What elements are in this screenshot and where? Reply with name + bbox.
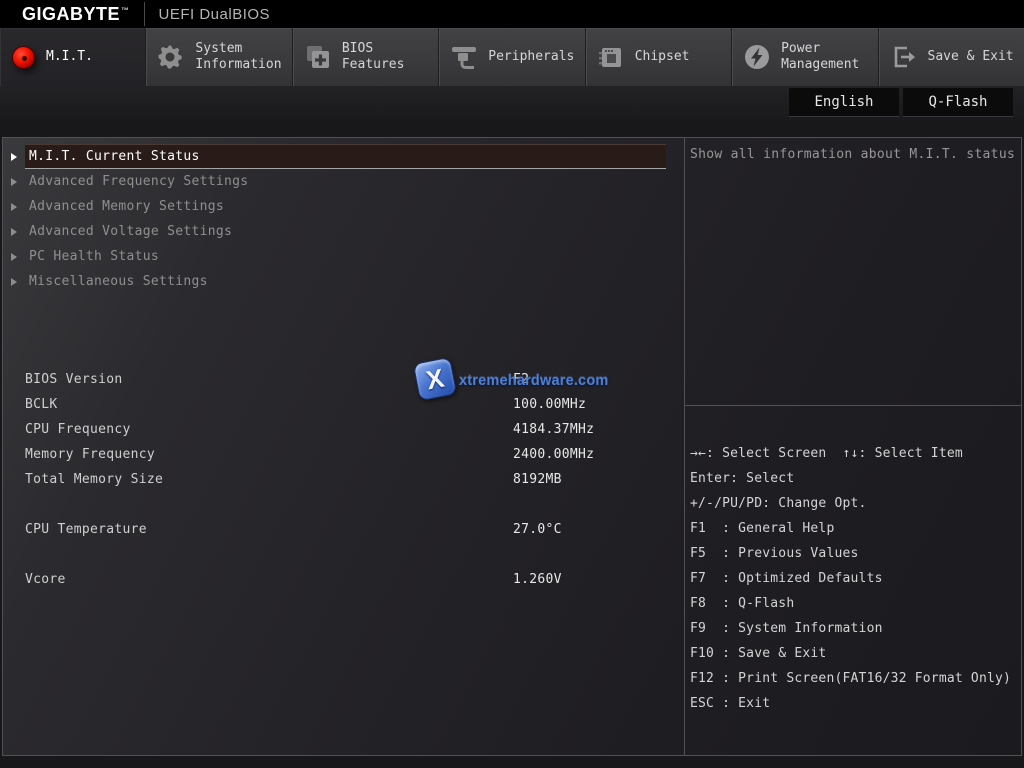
trademark-symbol: ™ — [121, 6, 130, 15]
menu-item-miscellaneous-settings[interactable]: Miscellaneous Settings — [3, 269, 684, 294]
status-row-bclk: BCLK 100.00MHz — [3, 392, 684, 417]
status-row-vcore: Vcore 1.260V — [3, 567, 684, 592]
key-hint: F9 : System Information — [690, 616, 1022, 641]
tab-label: SystemInformation — [195, 41, 281, 73]
menu-list: M.I.T. Current Status Advanced Frequency… — [3, 138, 684, 294]
tab-power-management[interactable]: PowerManagement — [732, 28, 878, 86]
submenu-arrow-icon — [3, 219, 25, 244]
tab-chipset[interactable]: Chipset — [586, 28, 732, 86]
submenu-arrow-icon — [3, 244, 25, 269]
key-hint: Enter: Select — [690, 466, 1022, 491]
gigabyte-logo: GIGABYTE™ — [22, 4, 130, 25]
settings-panel: M.I.T. Current Status Advanced Frequency… — [3, 138, 684, 755]
submenu-arrow-icon — [3, 269, 25, 294]
tab-label: Chipset — [635, 49, 690, 65]
toolbar: English Q-Flash — [0, 86, 1024, 120]
exit-door-icon — [891, 44, 917, 70]
tab-label: BIOSFeatures — [342, 41, 405, 73]
qflash-button[interactable]: Q-Flash — [903, 88, 1013, 117]
status-row-memory-frequency: Memory Frequency 2400.00MHz — [3, 442, 684, 467]
tab-peripherals[interactable]: Peripherals — [439, 28, 585, 86]
submenu-arrow-icon — [3, 169, 25, 194]
key-hint: →←: Select Screen ↑↓: Select Item — [690, 441, 1022, 466]
menu-item-advanced-memory-settings[interactable]: Advanced Memory Settings — [3, 194, 684, 219]
menu-item-pc-health-status[interactable]: PC Health Status — [3, 244, 684, 269]
title-bar: GIGABYTE™ UEFI DualBIOS — [0, 0, 1024, 28]
bios-screen: GIGABYTE™ UEFI DualBIOS M.I.T. SystemInf… — [0, 0, 1024, 768]
red-circle-icon — [12, 46, 35, 69]
status-row-bios-version: BIOS Version F2 — [3, 367, 684, 392]
status-row-total-memory-size: Total Memory Size 8192MB — [3, 467, 684, 492]
menu-item-mit-current-status[interactable]: M.I.T. Current Status — [3, 144, 684, 169]
connector-icon — [451, 44, 477, 70]
tab-mit[interactable]: M.I.T. — [0, 28, 146, 86]
key-hint: +/-/PU/PD: Change Opt. — [690, 491, 1022, 516]
menu-item-advanced-voltage-settings[interactable]: Advanced Voltage Settings — [3, 219, 684, 244]
firmware-title: UEFI DualBIOS — [159, 6, 271, 23]
tab-system-information[interactable]: SystemInformation — [146, 28, 292, 86]
lightning-icon — [744, 44, 770, 70]
english-button[interactable]: English — [789, 88, 899, 117]
tab-label: Peripherals — [488, 49, 574, 65]
key-hint: F10 : Save & Exit — [690, 641, 1022, 666]
key-hint: F8 : Q-Flash — [690, 591, 1022, 616]
tab-bar: M.I.T. SystemInformation BIOSFeatures Pe… — [0, 28, 1024, 86]
submenu-arrow-icon — [3, 144, 25, 169]
divider — [144, 2, 145, 26]
key-hint: F5 : Previous Values — [690, 541, 1022, 566]
key-hint: F12 : Print Screen(FAT16/32 Format Only) — [690, 666, 1022, 691]
tab-label: M.I.T. — [46, 49, 93, 65]
tab-bios-features[interactable]: BIOSFeatures — [293, 28, 439, 86]
key-legend: →←: Select Screen ↑↓: Select Item Enter:… — [685, 406, 1022, 716]
item-help-description: Show all information about M.I.T. status — [685, 138, 1022, 406]
status-row-cpu-frequency: CPU Frequency 4184.37MHz — [3, 417, 684, 442]
key-hint: F7 : Optimized Defaults — [690, 566, 1022, 591]
chip-plus-icon — [305, 44, 331, 70]
status-info: BIOS Version F2 BCLK 100.00MHz CPU Frequ… — [3, 367, 684, 592]
key-hint: F1 : General Help — [690, 516, 1022, 541]
tab-label: PowerManagement — [781, 41, 859, 73]
gear-icon — [158, 44, 184, 70]
help-panel: Show all information about M.I.T. status… — [684, 138, 1022, 755]
chipset-icon — [598, 44, 624, 70]
menu-item-advanced-frequency-settings[interactable]: Advanced Frequency Settings — [3, 169, 684, 194]
tab-label: Save & Exit — [928, 49, 1014, 65]
submenu-arrow-icon — [3, 194, 25, 219]
main-content: M.I.T. Current Status Advanced Frequency… — [2, 137, 1022, 756]
key-hint: ESC : Exit — [690, 691, 1022, 716]
status-row-cpu-temperature: CPU Temperature 27.0°C — [3, 517, 684, 542]
tab-save-exit[interactable]: Save & Exit — [879, 28, 1024, 86]
